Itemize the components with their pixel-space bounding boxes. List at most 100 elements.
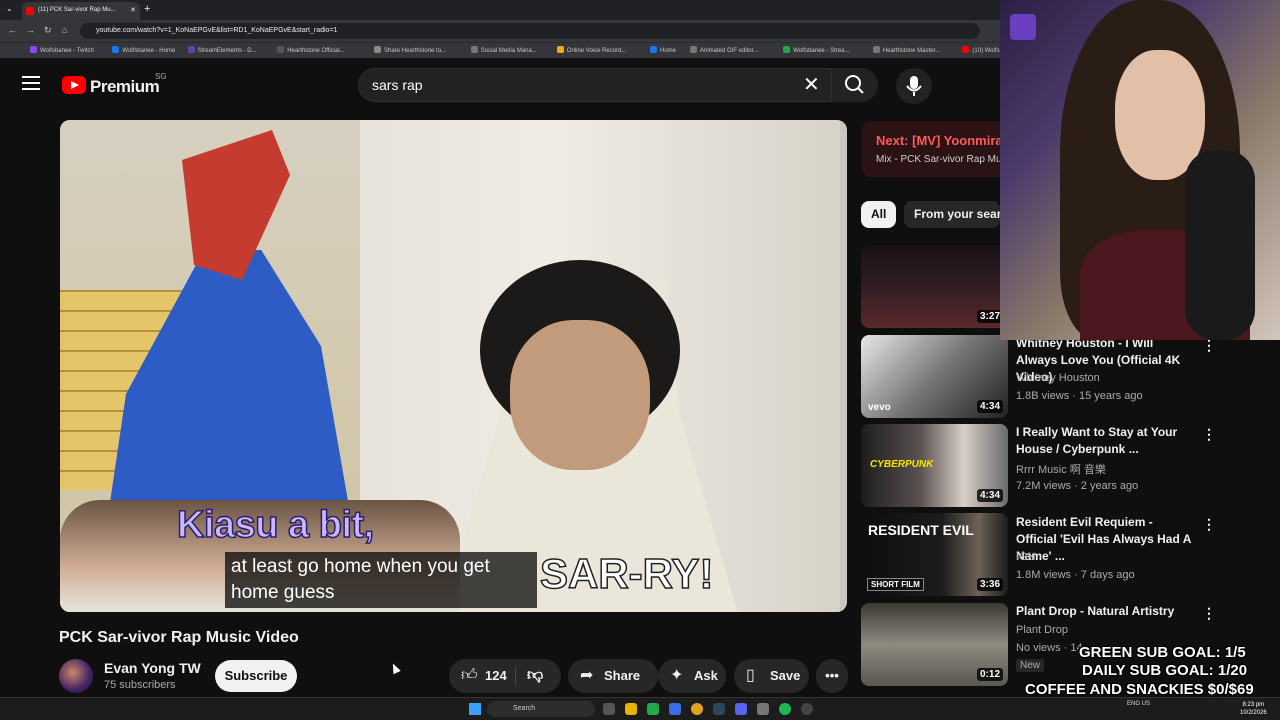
bookmark-item[interactable]: Animated GIF editor... <box>690 46 758 54</box>
hamburger-menu-icon[interactable] <box>22 76 40 92</box>
thumbnail-title-text: RESIDENT EVIL <box>868 522 974 538</box>
bookmark-favicon-icon <box>783 46 791 53</box>
system-tray[interactable]: ENG US <box>1127 701 1150 707</box>
voice-search-button[interactable] <box>896 68 932 104</box>
webcam-microphone <box>1185 150 1255 340</box>
search-button[interactable] <box>832 68 878 102</box>
youtube-logo-icon[interactable] <box>62 76 86 94</box>
video-title-link[interactable]: Plant Drop - Natural Artistry <box>1016 603 1196 620</box>
bookmark-item[interactable]: Wolfsbanee - Home <box>112 46 175 54</box>
bookmarks-bar: Wolfsbanee - Twitch Wolfsbanee - Home Stre… <box>0 42 1155 58</box>
bookmark-item[interactable]: Home <box>650 46 676 54</box>
app-icon[interactable] <box>757 703 769 715</box>
video-title-link[interactable]: I Really Want to Stay at Your House / Cy… <box>1016 424 1196 458</box>
app-icon[interactable] <box>647 703 659 715</box>
bookmark-favicon-icon <box>30 46 37 53</box>
channel-name[interactable]: IGN <box>1016 551 1036 563</box>
subscriber-count: 75 subscribers <box>104 679 176 691</box>
bookmark-item[interactable]: Social Media Mana... <box>470 46 537 54</box>
video-thumbnail[interactable]: vevo 4:34 <box>861 335 1008 418</box>
bookmark-item[interactable]: Wolfsbanee - Twitch <box>30 46 94 54</box>
address-bar-row: ← → ↻ ⌂ youtube.com/watch?v=1_KoNaEPGvE&… <box>0 20 1000 42</box>
country-code: SG <box>155 72 167 81</box>
bookmark-item[interactable]: Wolfsbanee - Strea... <box>783 46 849 54</box>
like-count[interactable]: 124 <box>485 659 507 693</box>
ask-button[interactable]: ✦ Ask <box>658 659 726 693</box>
chrome-icon[interactable] <box>691 703 703 715</box>
bookmark-label: Wolfsbanee - Home <box>122 48 176 54</box>
bookmark-favicon-icon <box>650 46 657 53</box>
video-thumbnail[interactable]: 0:12 <box>861 603 1008 686</box>
bookmark-item[interactable]: Hearthstone Master... <box>872 46 940 54</box>
search-value[interactable]: sars rap <box>372 77 423 93</box>
channel-avatar[interactable] <box>59 659 93 693</box>
share-button[interactable]: ➦ Share <box>568 659 658 693</box>
more-vertical-icon[interactable]: ⋮ <box>1202 605 1216 622</box>
next-up-label[interactable]: Next: [MV] Yoonmirae( <box>876 133 1014 148</box>
video-meta: 1.8M views · 7 days ago <box>1016 569 1135 581</box>
tab-title: (11) PCK Sar-vivor Rap Mu... <box>38 7 116 13</box>
app-icon[interactable] <box>669 703 681 715</box>
taskbar-search[interactable]: Search <box>487 701 595 717</box>
search-input[interactable] <box>358 68 832 102</box>
bookmark-label: StreamElements - D... <box>197 48 257 54</box>
duration-badge: 4:34 <box>976 489 1003 502</box>
file-explorer-icon[interactable] <box>625 703 637 715</box>
webcam-overlay <box>1000 0 1280 340</box>
closed-captions: at least go home when you get home guess <box>225 552 537 608</box>
new-tab-icon[interactable]: + <box>144 3 150 15</box>
more-vertical-icon[interactable]: ⋮ <box>1202 516 1216 533</box>
video-title: PCK Sar-vivor Rap Music Video <box>59 629 299 646</box>
divider <box>515 667 516 685</box>
duration-badge: 0:12 <box>976 668 1003 681</box>
task-view-icon[interactable] <box>603 703 615 715</box>
chip-all[interactable]: All <box>861 201 897 228</box>
channel-name[interactable]: Evan Yong TW <box>104 660 201 676</box>
clear-search-icon[interactable]: ✕ <box>803 72 820 97</box>
channel-name[interactable]: Rrrr Music 啊 音樂 <box>1016 461 1106 477</box>
more-vertical-icon[interactable]: ⋮ <box>1202 426 1216 443</box>
spotify-icon[interactable] <box>779 703 791 715</box>
clock[interactable]: 8:23 pm 10/2/2026 <box>1240 701 1267 717</box>
chip-from-your-search[interactable]: From your search <box>904 201 1000 228</box>
bookmark-label: Animated GIF editor... <box>700 48 759 54</box>
bookmark-item[interactable]: StreamElements - D... <box>187 46 257 54</box>
more-actions-button[interactable]: ••• <box>816 659 848 693</box>
playlist-panel[interactable]: Next: [MV] Yoonmirae( Mix - PCK Sar-vivo… <box>862 121 1014 177</box>
subscribe-button[interactable]: Subscribe <box>215 660 297 692</box>
bookmark-item[interactable]: Share Hearthstone to... <box>374 46 446 54</box>
bookmark-label: Home <box>660 48 677 54</box>
video-player[interactable]: Kiasu a bit, SAR-RY! at least go home wh… <box>60 120 847 612</box>
browser-tab[interactable]: (11) PCK Sar-vivor Rap Mu... ✕ <box>22 2 140 20</box>
close-tab-icon[interactable]: ✕ <box>130 6 136 14</box>
bookmark-label: Wolfsbanee - Twitch <box>40 48 94 54</box>
like-icon[interactable]: 👍︎ <box>461 659 478 693</box>
tab-search-icon[interactable]: ⌄ <box>6 4 13 13</box>
forward-icon[interactable]: → <box>26 25 35 35</box>
reload-icon[interactable]: ↻ <box>44 25 52 36</box>
video-frame-face <box>510 320 650 470</box>
bookmark-favicon-icon <box>112 46 120 53</box>
discord-icon[interactable] <box>735 703 747 715</box>
bookmark-label: Wolfsbanee - Strea... <box>793 48 850 54</box>
bookmark-favicon-icon <box>470 46 478 53</box>
bookmark-item[interactable]: Online Voice Record... <box>556 46 627 54</box>
video-thumbnail[interactable]: RESIDENT EVIL SHORT FILM 3:36 <box>861 513 1008 596</box>
home-icon[interactable]: ⌂ <box>62 25 67 35</box>
save-button[interactable]: ▯ Save <box>734 659 809 693</box>
channel-name[interactable]: Whitney Houston <box>1016 372 1100 384</box>
video-thumbnail[interactable]: CYBERPUNK 4:34 <box>861 424 1008 507</box>
url-field[interactable]: youtube.com/watch?v=1_KoNaEPGvE&list=RD1… <box>80 23 980 39</box>
video-thumbnail[interactable]: 3:27 <box>861 245 1008 328</box>
bookmark-label: Social Media Mana... <box>480 48 537 54</box>
back-icon[interactable]: ← <box>8 25 17 35</box>
video-title-link[interactable]: Resident Evil Requiem - Official 'Evil H… <box>1016 514 1196 565</box>
windows-start-icon[interactable] <box>469 703 481 715</box>
obs-icon[interactable] <box>801 703 813 715</box>
search-icon <box>845 75 864 94</box>
bookmark-item[interactable]: Hearthstone Official... <box>277 46 345 54</box>
logo-text[interactable]: Premium <box>90 77 160 97</box>
dislike-icon[interactable]: 👎︎ <box>527 659 543 693</box>
channel-name[interactable]: Plant Drop <box>1016 624 1068 636</box>
steam-icon[interactable] <box>713 703 725 715</box>
